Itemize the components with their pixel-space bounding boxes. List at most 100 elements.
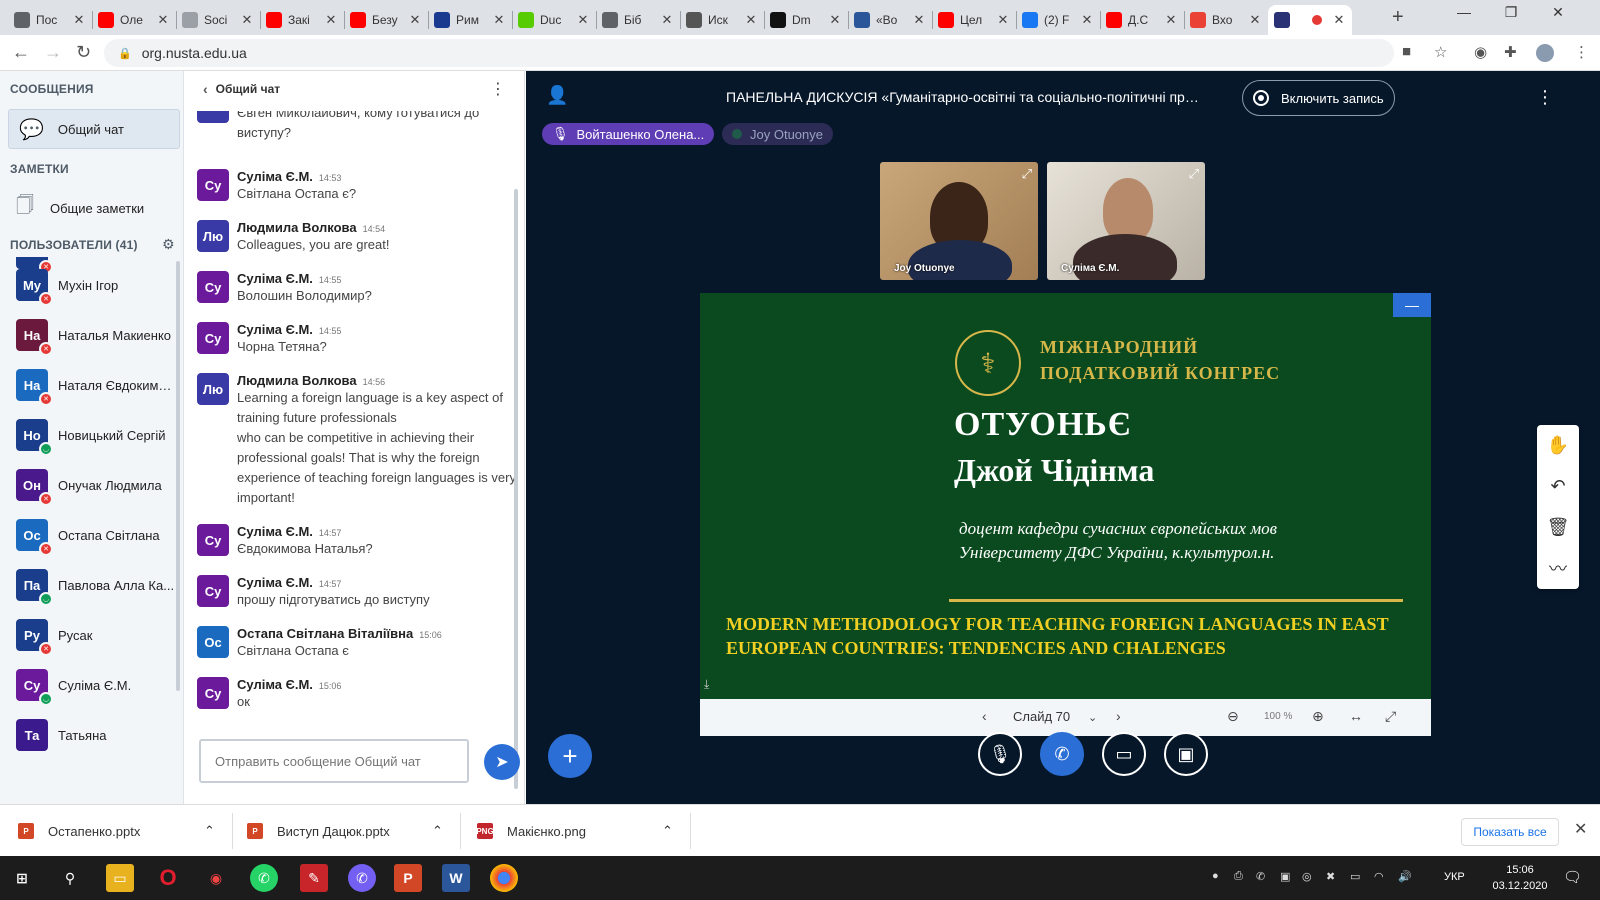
- omnibox[interactable]: 🔒 org.nusta.edu.ua: [104, 39, 1394, 67]
- wifi-icon[interactable]: ◠: [1374, 870, 1384, 883]
- zoom-out-icon[interactable]: ⊖: [1227, 708, 1239, 725]
- browser-tab[interactable]: Д.С ✕: [1100, 5, 1184, 35]
- chat-scrollbar[interactable]: [514, 189, 518, 789]
- close-tab-icon[interactable]: ✕: [240, 12, 254, 28]
- close-tab-icon[interactable]: ✕: [1332, 12, 1346, 28]
- browser-tab[interactable]: Вхо ✕: [1184, 5, 1268, 35]
- profile-avatar[interactable]: [1536, 44, 1554, 62]
- nvidia-icon[interactable]: ▣: [1280, 870, 1290, 883]
- close-tab-icon[interactable]: ✕: [828, 12, 842, 28]
- download-item[interactable]: P Виступ Дацюк.pptx: [247, 805, 390, 857]
- chat-message-input[interactable]: [199, 739, 469, 783]
- download-icon[interactable]: ⤓: [704, 677, 709, 692]
- chevron-left-icon[interactable]: ‹: [203, 81, 208, 97]
- camera-blocked-icon[interactable]: ■: [1402, 43, 1411, 60]
- browser-tab[interactable]: Duc ✕: [512, 5, 596, 35]
- user-list-item[interactable]: На ✕ Наталя Євдокимова: [16, 367, 176, 406]
- close-tab-icon[interactable]: ✕: [660, 12, 674, 28]
- previous-slide-icon[interactable]: ‹: [982, 708, 987, 724]
- send-button[interactable]: ➤: [484, 744, 520, 780]
- leave-audio-button[interactable]: ✆: [1040, 732, 1084, 776]
- close-tab-icon[interactable]: ✕: [408, 12, 422, 28]
- screenshot-icon[interactable]: ◉: [1474, 43, 1487, 61]
- viber-icon[interactable]: ✆: [348, 864, 376, 892]
- browser-tab[interactable]: Soci ✕: [176, 5, 260, 35]
- forward-icon[interactable]: →: [44, 42, 62, 63]
- browser-tab[interactable]: Закі ✕: [260, 5, 344, 35]
- browser-menu-icon[interactable]: ⋮: [1574, 43, 1589, 61]
- user-list-item[interactable]: Су ◡ Суліма Є.М.: [16, 667, 176, 706]
- antivirus-icon[interactable]: ◉: [202, 864, 230, 892]
- close-tab-icon[interactable]: ✕: [492, 12, 506, 28]
- actions-plus-button[interactable]: +: [548, 734, 592, 778]
- battery-icon[interactable]: ▭: [1350, 870, 1360, 883]
- close-tab-icon[interactable]: ✕: [72, 12, 86, 28]
- fullscreen-icon[interactable]: ⤢: [1022, 166, 1032, 182]
- user-list-item[interactable]: На ✕ Наталья Макиенко: [16, 317, 176, 356]
- close-tab-icon[interactable]: ✕: [996, 12, 1010, 28]
- browser-tab[interactable]: Безу ✕: [344, 5, 428, 35]
- meeting-options-icon[interactable]: ⋮: [1536, 87, 1554, 108]
- download-item[interactable]: PNG Макієнко.png: [476, 805, 586, 857]
- chrome-icon[interactable]: [490, 864, 518, 892]
- maximize-button[interactable]: ❐: [1491, 4, 1531, 21]
- reload-icon[interactable]: ↻: [76, 42, 91, 63]
- powerpoint-icon[interactable]: P: [394, 864, 422, 892]
- browser-tab[interactable]: «Во ✕: [848, 5, 932, 35]
- back-icon[interactable]: ←: [12, 42, 30, 63]
- browser-tab[interactable]: Рим ✕: [428, 5, 512, 35]
- record-button[interactable]: Включить запись: [1242, 80, 1395, 116]
- tray-app-icon[interactable]: ●: [1212, 870, 1219, 882]
- close-downloads-icon[interactable]: ✕: [1574, 819, 1587, 839]
- tools-icon[interactable]: ✖: [1326, 870, 1335, 883]
- windows-start-icon[interactable]: ⊞: [8, 864, 36, 892]
- chevron-up-icon[interactable]: ⌃: [432, 805, 443, 857]
- trash-icon[interactable]: 🗑: [1537, 507, 1579, 547]
- chevron-up-icon[interactable]: ⌃: [662, 805, 673, 857]
- input-language[interactable]: УКР: [1444, 871, 1465, 883]
- opera-icon[interactable]: O: [154, 864, 182, 892]
- close-tab-icon[interactable]: ✕: [1164, 12, 1178, 28]
- user-list-item[interactable]: Ос ✕ Остапа Світлана: [16, 517, 176, 556]
- notifications-icon[interactable]: 🗨: [1563, 868, 1582, 886]
- download-item[interactable]: P Остапенко.pptx: [18, 805, 140, 857]
- chat-header[interactable]: ‹ Общий чат: [185, 71, 525, 107]
- browser-tab[interactable]: Цел ✕: [932, 5, 1016, 35]
- close-tab-icon[interactable]: ✕: [156, 12, 170, 28]
- user-list-scrollbar[interactable]: [176, 261, 180, 691]
- user-icon[interactable]: 👤: [546, 85, 568, 106]
- browser-tab[interactable]: Иск ✕: [680, 5, 764, 35]
- close-window-button[interactable]: ✕: [1538, 4, 1578, 21]
- close-tab-icon[interactable]: ✕: [1080, 12, 1094, 28]
- close-tab-icon[interactable]: ✕: [324, 12, 338, 28]
- next-slide-icon[interactable]: ›: [1116, 708, 1121, 724]
- user-list-item[interactable]: Он ✕ Онучак Людмила: [16, 467, 176, 506]
- fullscreen-icon[interactable]: ⤢: [1189, 166, 1199, 182]
- zoom-in-icon[interactable]: ⊕: [1312, 708, 1324, 725]
- fit-width-icon[interactable]: ↔: [1349, 708, 1363, 724]
- network-app-icon[interactable]: ◎: [1302, 870, 1312, 883]
- talking-indicator[interactable]: Joy Otuonye: [722, 123, 833, 145]
- slide-selector[interactable]: Слайд 70: [1013, 709, 1070, 724]
- close-tab-icon[interactable]: ✕: [912, 12, 926, 28]
- browser-tab[interactable]: ✕: [1268, 5, 1352, 35]
- system-clock[interactable]: 15:06 03.12.2020: [1490, 862, 1550, 894]
- multi-user-whiteboard-icon[interactable]: 〰: [1537, 548, 1579, 588]
- webcam-video[interactable]: ⤢ Joy Otuonye: [880, 162, 1038, 280]
- browser-tab[interactable]: Біб ✕: [596, 5, 680, 35]
- new-tab-button[interactable]: +: [1392, 6, 1404, 29]
- whatsapp-icon[interactable]: ✆: [250, 864, 278, 892]
- chat-options-icon[interactable]: ⋮: [490, 79, 506, 99]
- minimize-button[interactable]: —: [1444, 4, 1484, 20]
- file-explorer-icon[interactable]: ▭: [106, 864, 134, 892]
- shared-notes-item[interactable]: 🗍 Общие заметки: [16, 193, 144, 223]
- undo-icon[interactable]: ↶: [1537, 466, 1579, 506]
- share-webcam-button[interactable]: ▭: [1102, 732, 1146, 776]
- user-list-item[interactable]: Но ◡ Новицький Сергій: [16, 417, 176, 456]
- close-tab-icon[interactable]: ✕: [744, 12, 758, 28]
- chevron-down-icon[interactable]: ⌄: [1088, 711, 1097, 724]
- extensions-icon[interactable]: ✚: [1504, 43, 1517, 61]
- gear-icon[interactable]: ⚙: [162, 236, 175, 253]
- viber-tray-icon[interactable]: ✆: [1256, 870, 1265, 883]
- browser-tab[interactable]: Пос ✕: [8, 5, 92, 35]
